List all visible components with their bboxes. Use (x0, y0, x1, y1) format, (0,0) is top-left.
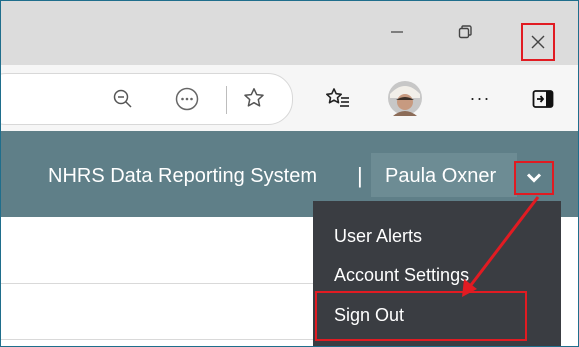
annotation-arrow (462, 196, 540, 297)
screenshot-frame: ··· NHRS Data Reporting System | Paula O… (0, 0, 579, 347)
